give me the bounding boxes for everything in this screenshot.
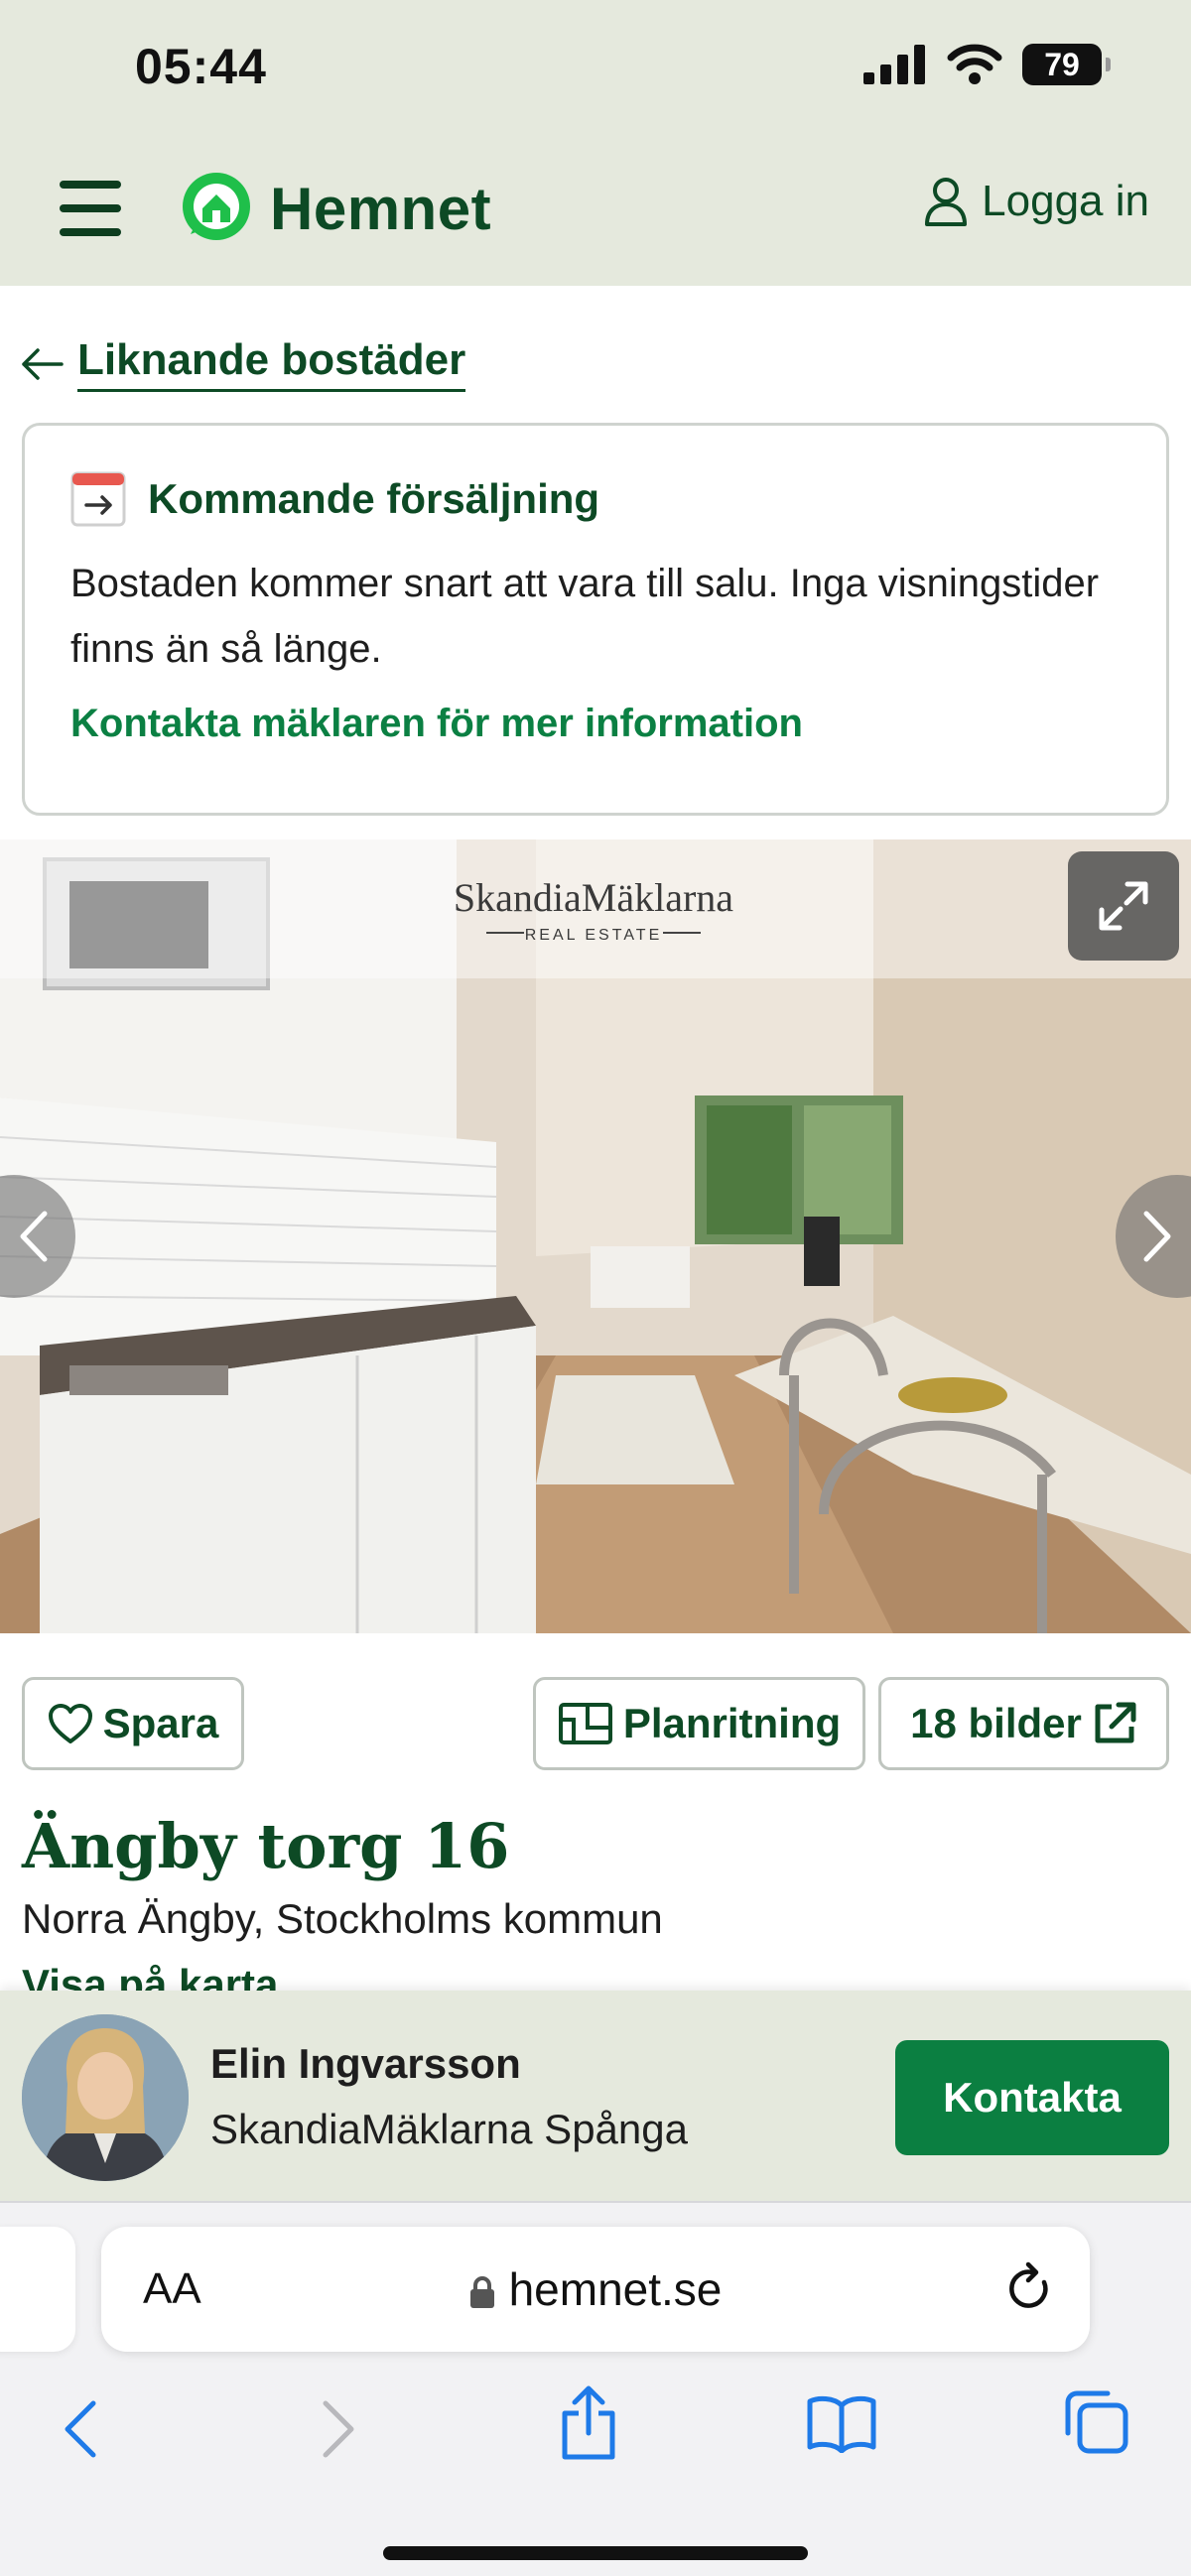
site-header: Hemnet Logga in: [0, 149, 1191, 268]
hemnet-logo-icon: [183, 173, 250, 240]
back-arrow-icon: [65, 2400, 96, 2458]
forward-arrow-icon: [323, 2400, 354, 2458]
agent-name: Elin Ingvarsson: [210, 2040, 521, 2087]
chevron-left-icon: [20, 1211, 48, 1262]
url-domain: hemnet.se: [508, 2263, 723, 2315]
save-label: Spara: [102, 1700, 219, 1746]
tabs-button[interactable]: [1064, 2389, 1129, 2460]
notice-title: Kommande försäljning: [148, 475, 600, 522]
tabs-icon: [1065, 2390, 1128, 2454]
status-icons: 79: [863, 44, 1111, 85]
heart-icon: [48, 1704, 92, 1743]
watermark-brand: SkandiaMäklarna: [454, 875, 733, 920]
browser-toolbar: [0, 2382, 1191, 2501]
browser-chrome: AA hemnet.se: [0, 2201, 1191, 2576]
signal-icon: [863, 45, 925, 84]
login-button[interactable]: Logga in: [924, 177, 1149, 226]
upcoming-sale-card: Kommande försäljning Bostaden kommer sna…: [22, 423, 1169, 816]
address-bar[interactable]: AA hemnet.se: [101, 2227, 1090, 2352]
battery-indicator: 79: [1022, 44, 1111, 85]
expand-icon: [1099, 881, 1148, 931]
similar-homes-label: Liknande bostäder: [77, 335, 466, 392]
hemnet-logo[interactable]: Hemnet: [177, 169, 491, 248]
home-indicator: [383, 2546, 808, 2560]
forward-button[interactable]: [320, 2397, 359, 2466]
chevron-right-icon: [1143, 1211, 1171, 1262]
floorplan-label: Planritning: [622, 1700, 842, 1746]
url-display: hemnet.se: [101, 2262, 1090, 2316]
top-bar: 05:44 79 Hemnet Logga in: [0, 0, 1191, 286]
back-button[interactable]: [60, 2397, 99, 2466]
share-button[interactable]: [559, 2385, 618, 2466]
logo-text: Hemnet: [270, 175, 492, 242]
login-label: Logga in: [982, 177, 1149, 225]
floorplan-button[interactable]: Planritning: [533, 1677, 865, 1770]
menu-icon[interactable]: [60, 181, 121, 236]
wifi-icon: [947, 44, 1002, 84]
listing-area: Norra Ängby, Stockholms kommun: [22, 1895, 663, 1942]
floorplan-icon: [558, 1703, 612, 1744]
contact-agent-link[interactable]: Kontakta mäklaren för mer information: [70, 702, 1121, 746]
notice-body: Bostaden kommer snart att vara till salu…: [70, 562, 1100, 671]
all-images-button[interactable]: 18 bilder: [878, 1677, 1169, 1770]
user-icon: [925, 178, 968, 226]
status-time: 05:44: [135, 39, 267, 94]
watermark-sub: REAL ESTATE: [525, 927, 663, 944]
agent-contact-bar: Elin Ingvarsson SkandiaMäklarna Spånga K…: [0, 1991, 1191, 2201]
agent-company: SkandiaMäklarna Spånga: [210, 2106, 688, 2152]
contact-button[interactable]: Kontakta: [895, 2040, 1169, 2155]
similar-homes-link[interactable]: Liknande bostäder: [20, 335, 466, 392]
reload-icon: [1009, 2261, 1048, 2308]
kitchen-photo: SkandiaMäklarna REAL ESTATE: [0, 839, 1191, 1633]
arrow-left-icon: [22, 347, 64, 380]
agent-avatar: [22, 2014, 189, 2181]
fullscreen-button[interactable]: [1068, 851, 1179, 961]
listing-address: Ängby torg 16: [22, 1810, 510, 1882]
calendar-arrow-icon: [70, 471, 126, 527]
images-label: 18 bilder: [910, 1700, 1082, 1746]
reload-button[interactable]: [1004, 2260, 1054, 2321]
external-link-icon: [1095, 1702, 1136, 1743]
previous-tab-preview[interactable]: [0, 2227, 75, 2352]
book-icon: [807, 2395, 876, 2454]
bookmarks-button[interactable]: [806, 2393, 877, 2458]
listing-photo[interactable]: SkandiaMäklarna REAL ESTATE: [0, 839, 1191, 1633]
save-button[interactable]: Spara: [22, 1677, 244, 1770]
lock-icon: [469, 2276, 494, 2308]
share-icon: [562, 2385, 615, 2460]
